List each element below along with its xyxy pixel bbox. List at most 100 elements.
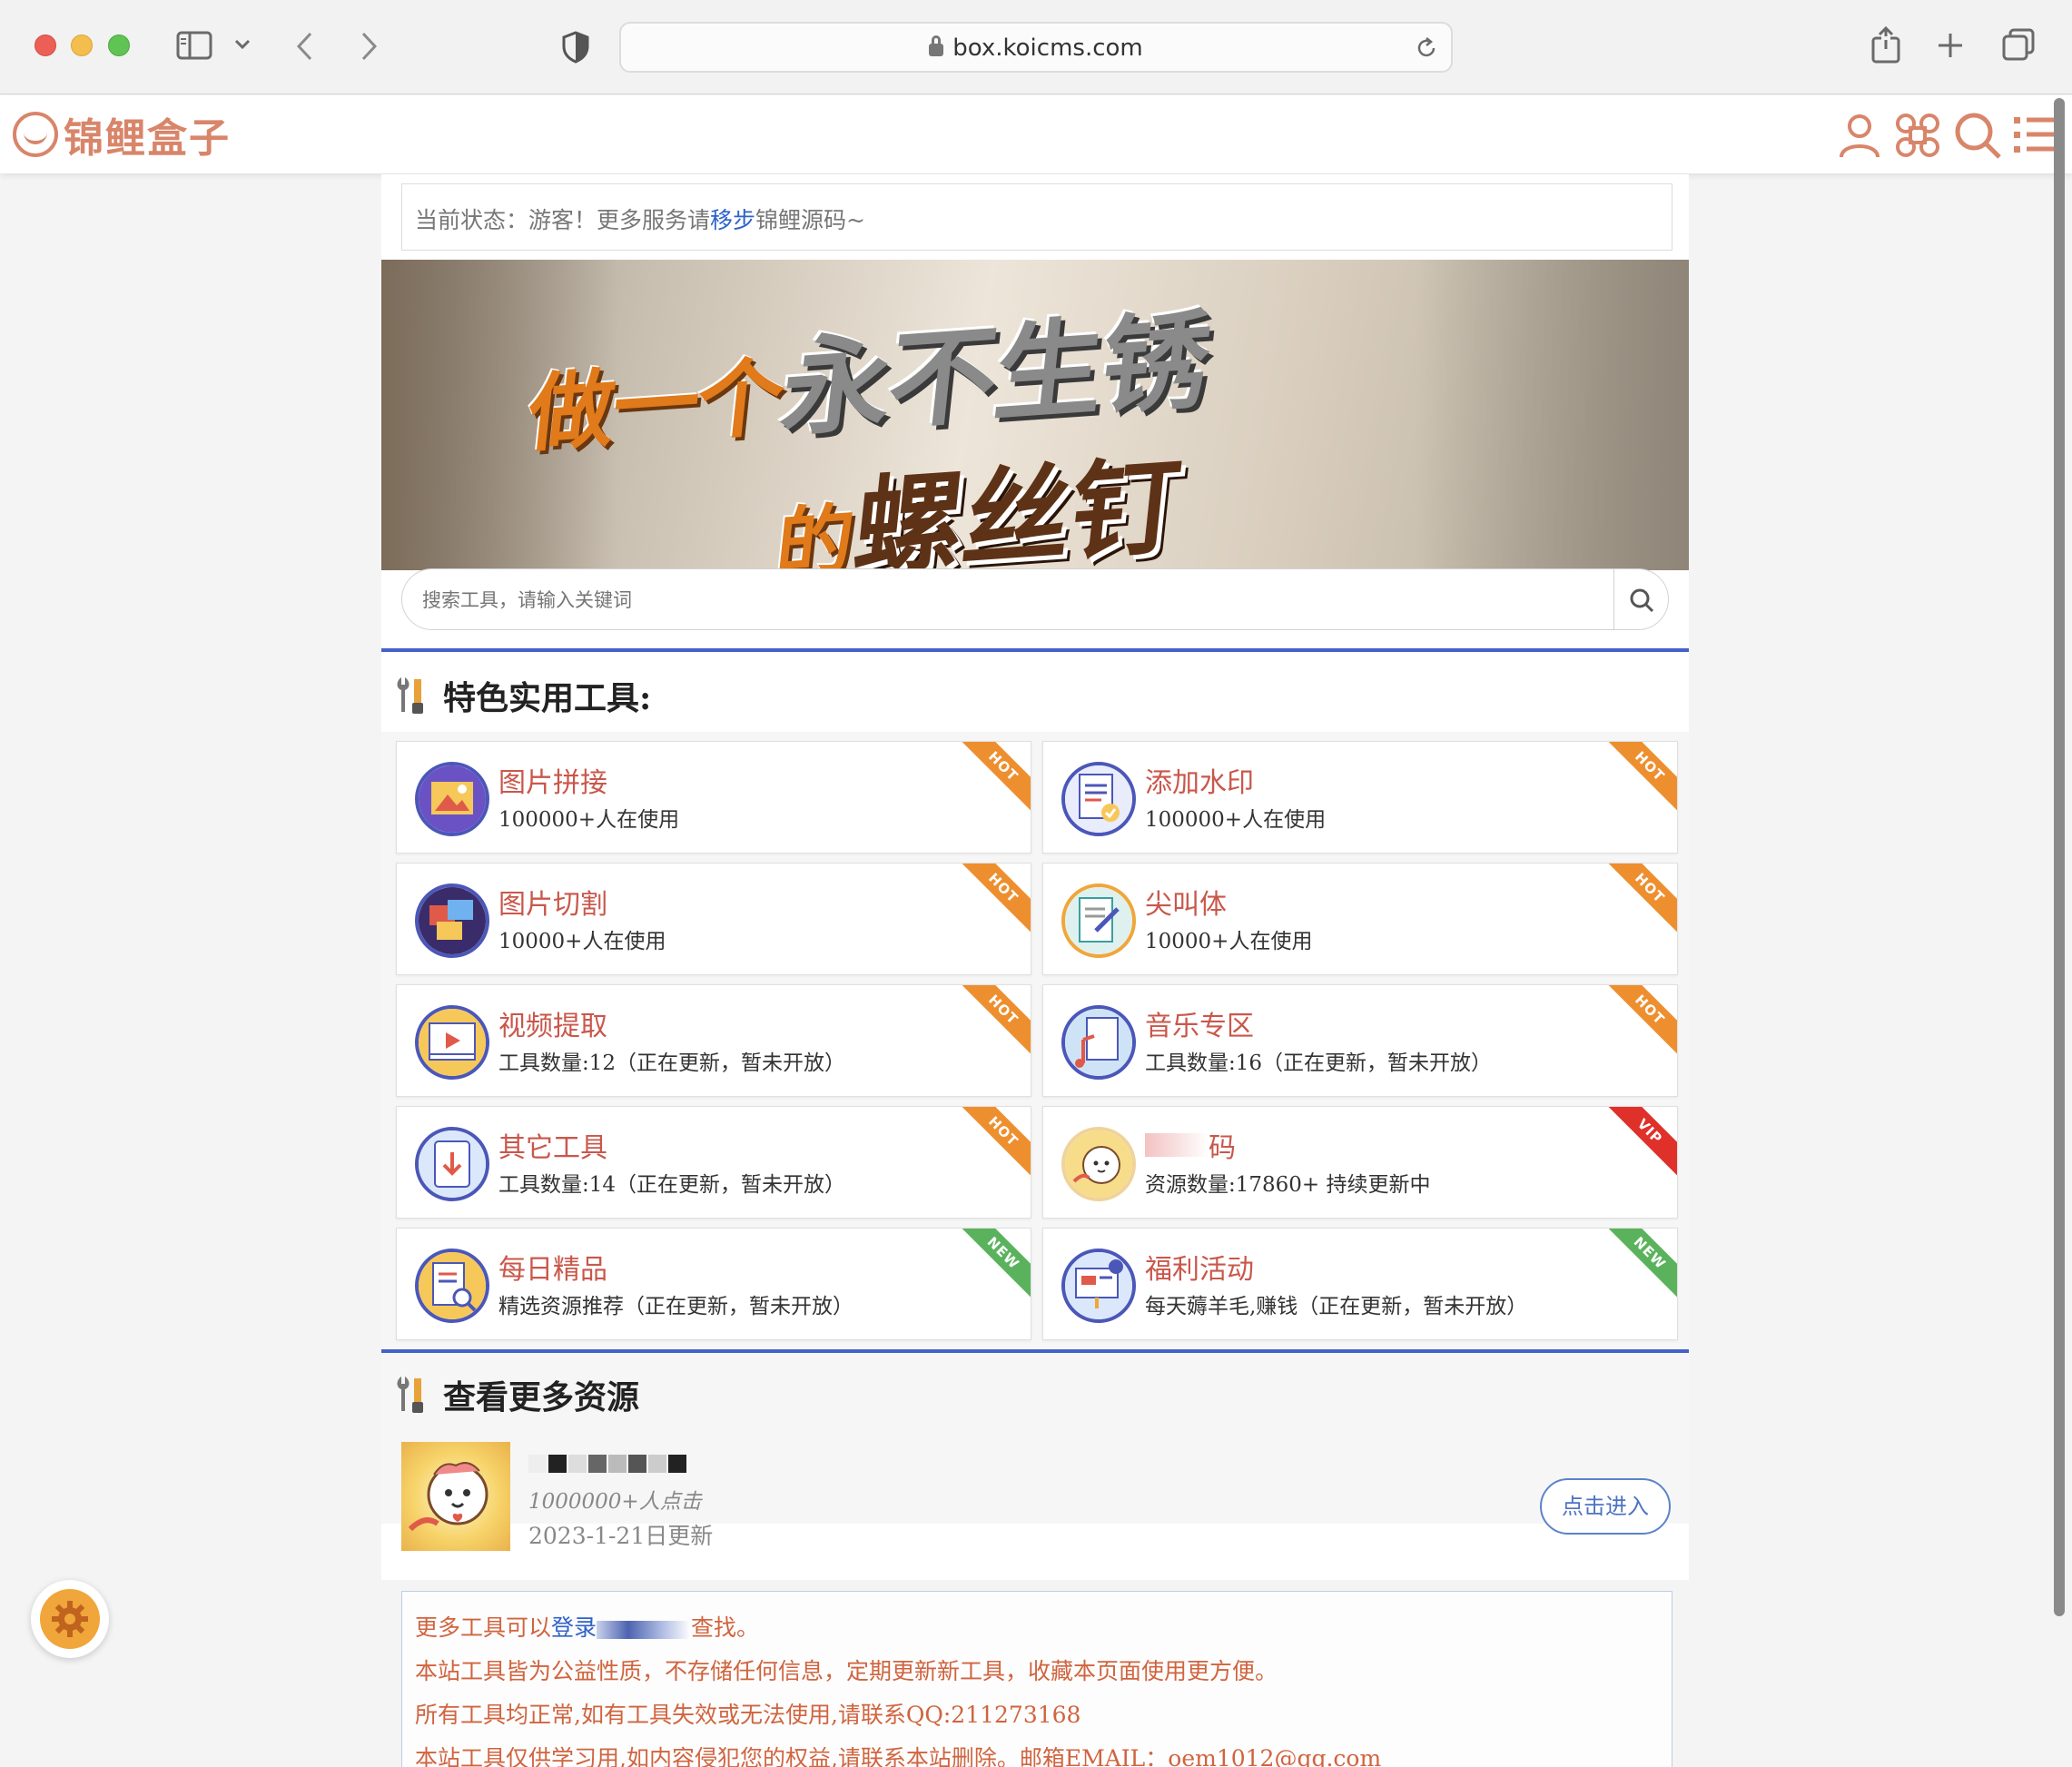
logo-text: 锦鲤盒子 — [64, 115, 231, 162]
tool-title: 其它工具 — [498, 1132, 607, 1164]
new-badge: NEW — [1603, 1229, 1677, 1300]
section-title-text: 查看更多资源 — [443, 1378, 640, 1417]
sidebar-toggle-icon[interactable] — [176, 31, 212, 60]
reload-icon[interactable] — [1415, 36, 1438, 60]
tool-card-source-code[interactable]: 码 资源数量:17860+ 持续更新中 VIP — [1042, 1106, 1678, 1219]
apps-icon[interactable] — [1892, 110, 1943, 161]
search-document-icon — [415, 1249, 489, 1323]
site-logo[interactable]: 锦鲤盒子 — [13, 108, 231, 162]
tool-card-scream-font[interactable]: 尖叫体 10000+人在使用 HOT — [1042, 863, 1678, 975]
resource-clicks: 1000000+人点击 — [528, 1490, 702, 1514]
tools-icon — [397, 677, 423, 714]
window-zoom-button[interactable] — [108, 35, 130, 56]
koi-logo-icon — [13, 112, 58, 157]
hero-banner: 做一个永不生锈 的螺丝钉 — [381, 260, 1689, 570]
resource-thumbnail[interactable] — [401, 1442, 510, 1551]
tool-card-watermark[interactable]: 添加水印 100000+人在使用 HOT — [1042, 741, 1678, 854]
enter-button[interactable]: 点击进入 — [1540, 1478, 1671, 1535]
tool-title: 码 — [1145, 1125, 1236, 1165]
tool-card-other[interactable]: 其它工具 工具数量:14（正在更新，暂未开放） HOT — [396, 1106, 1031, 1219]
window-minimize-button[interactable] — [71, 35, 93, 56]
hot-badge: HOT — [1603, 985, 1677, 1057]
page-scrollbar[interactable] — [2054, 98, 2065, 1616]
status-link[interactable]: 移步 — [710, 207, 755, 233]
login-link[interactable]: 登录 — [551, 1614, 597, 1641]
tool-title: 视频提取 — [498, 1011, 607, 1042]
image-icon — [415, 762, 489, 836]
tab-overview-icon[interactable] — [2001, 27, 2036, 62]
tool-subtitle: 10000+人在使用 — [498, 930, 666, 953]
tool-subtitle: 10000+人在使用 — [1145, 930, 1313, 953]
tool-subtitle: 100000+人在使用 — [1145, 808, 1327, 832]
vip-badge: VIP — [1603, 1107, 1677, 1179]
tool-subtitle: 工具数量:16（正在更新，暂未开放） — [1145, 1051, 1493, 1075]
chevron-down-icon[interactable] — [234, 38, 251, 51]
resource-date: 2023-1-21日更新 — [528, 1523, 714, 1549]
address-bar[interactable]: box.koicms.com — [619, 22, 1453, 73]
magnifier-icon — [1630, 588, 1654, 613]
search-icon[interactable] — [1952, 110, 2003, 161]
section-title-tools: 特色实用工具: — [394, 672, 651, 719]
music-icon — [1061, 1005, 1136, 1080]
tools-icon — [397, 1377, 423, 1413]
banner-text-a: 做一个 — [523, 348, 787, 465]
tool-title: 添加水印 — [1145, 767, 1254, 799]
tool-subtitle: 精选资源推荐（正在更新，暂未开放） — [498, 1295, 853, 1318]
tool-title: 福利活动 — [1145, 1254, 1254, 1286]
section-divider — [381, 1349, 1689, 1353]
tool-title: 音乐专区 — [1145, 1011, 1254, 1042]
back-icon[interactable] — [294, 31, 314, 62]
tool-search — [401, 568, 1669, 630]
tool-card-benefits[interactable]: 福利活动 每天薅羊毛,赚钱（正在更新，暂未开放） NEW — [1042, 1228, 1678, 1340]
notice-section: 更多工具可以登录 查找。 本站工具皆为公益性质，不存储任何信息，定期更新新工具，收… — [381, 1580, 1689, 1767]
window-close-button[interactable] — [35, 35, 56, 56]
section-title-text: 特色实用工具: — [443, 679, 652, 717]
status-prefix: 当前状态：游客！更多服务请 — [415, 207, 711, 233]
tool-title: 图片拼接 — [498, 767, 607, 799]
hot-badge: HOT — [956, 1107, 1031, 1179]
tool-subtitle: 工具数量:14（正在更新，暂未开放） — [498, 1173, 846, 1197]
tool-card-video-extract[interactable]: 视频提取 工具数量:12（正在更新，暂未开放） HOT — [396, 984, 1031, 1097]
forward-icon[interactable] — [360, 31, 380, 62]
search-button[interactable] — [1613, 569, 1668, 629]
user-icon[interactable] — [1834, 110, 1885, 161]
site-header: 锦鲤盒子 — [0, 95, 2072, 173]
shield-icon[interactable] — [561, 31, 590, 64]
lock-icon — [929, 35, 944, 56]
status-bar: 当前状态：游客！更多服务请移步锦鲤源码~ — [401, 183, 1672, 251]
tool-title: 每日精品 — [498, 1254, 607, 1286]
tool-card-image-join[interactable]: 图片拼接 100000+人在使用 HOT — [396, 741, 1031, 854]
url-text: box.koicms.com — [952, 35, 1143, 62]
tool-subtitle: 资源数量:17860+ 持续更新中 — [1145, 1173, 1431, 1197]
notice-line-3: 所有工具均正常,如有工具失效或无法使用,请联系QQ:211273168 — [415, 1702, 1081, 1728]
hot-badge: HOT — [1603, 864, 1677, 935]
share-icon[interactable] — [1870, 25, 1901, 64]
main-content: 当前状态：游客！更多服务请移步锦鲤源码~ 做一个永不生锈 的螺丝钉 特色实用工具… — [381, 174, 1689, 1767]
tool-subtitle: 工具数量:12（正在更新，暂未开放） — [498, 1051, 846, 1075]
tool-card-music[interactable]: 音乐专区 工具数量:16（正在更新，暂未开放） HOT — [1042, 984, 1678, 1097]
section-divider — [381, 648, 1689, 652]
notice-line-4: 本站工具仅供学习用,如内容侵犯您的权益,请联系本站删除。邮箱EMAIL：oem1… — [415, 1745, 1382, 1767]
tool-title: 图片切割 — [498, 889, 607, 921]
edit-document-icon — [1061, 884, 1136, 958]
video-icon — [415, 1005, 489, 1080]
hot-badge: HOT — [956, 864, 1031, 935]
gear-icon — [52, 1601, 88, 1637]
koi-mascot-icon — [1061, 1127, 1136, 1201]
banner-text-d: 螺丝钉 — [848, 442, 1187, 570]
status-suffix: 锦鲤源码~ — [755, 207, 865, 233]
hot-badge: HOT — [1603, 742, 1677, 814]
tool-title-text: 码 — [1209, 1132, 1236, 1164]
blurred-text — [1145, 1133, 1209, 1157]
download-icon — [415, 1127, 489, 1201]
notice-line-2: 本站工具皆为公益性质，不存储任何信息，定期更新新工具，收藏本页面使用更方便。 — [415, 1658, 1278, 1684]
section-title-resources: 查看更多资源 — [394, 1371, 639, 1418]
banner-text-c: 的 — [772, 494, 859, 570]
tool-card-image-split[interactable]: 图片切割 10000+人在使用 HOT — [396, 863, 1031, 975]
settings-button[interactable] — [31, 1580, 109, 1658]
search-input[interactable] — [422, 582, 1548, 618]
hot-badge: HOT — [956, 742, 1031, 814]
resource-item: 1000000+人点击 2023-1-21日更新 点击进入 — [381, 1442, 1689, 1578]
new-tab-icon[interactable] — [1936, 31, 1965, 60]
tool-card-daily-picks[interactable]: 每日精品 精选资源推荐（正在更新，暂未开放） NEW — [396, 1228, 1031, 1340]
